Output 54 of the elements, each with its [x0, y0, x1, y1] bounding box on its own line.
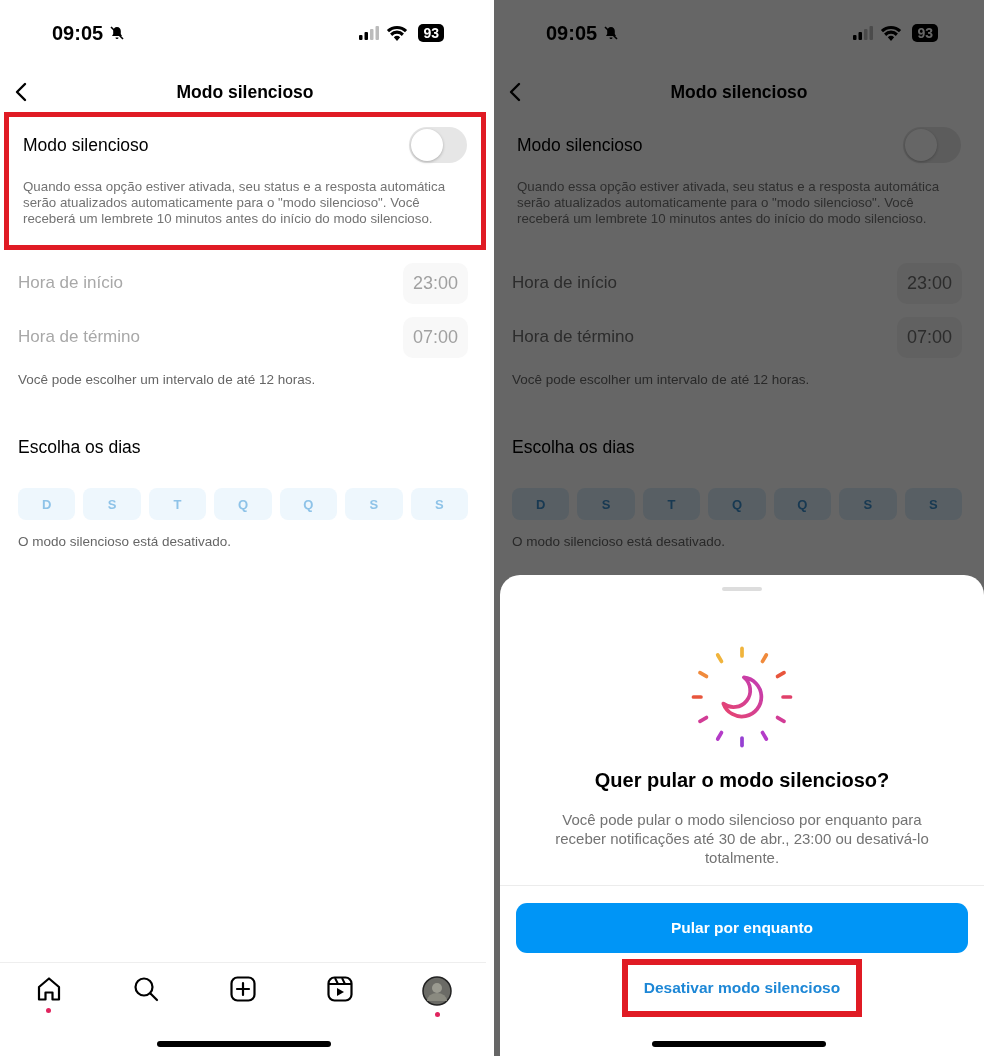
setting-label: Modo silencioso	[517, 134, 643, 156]
signal-icon	[358, 26, 381, 40]
interval-note: Você pode escolher um intervalo de até 12 horas.	[512, 372, 811, 387]
interval-note: Você pode escolher um intervalo de até 12 horas.	[18, 372, 317, 387]
signal-icon	[852, 26, 875, 40]
day-chip[interactable]: Q	[773, 488, 832, 520]
add-post-icon[interactable]	[229, 976, 256, 1002]
day-chip[interactable]: D	[512, 488, 570, 520]
time-field[interactable]: 07:00	[402, 316, 468, 358]
time-label: Hora de início	[512, 273, 617, 293]
setting-label: Modo silencioso	[23, 134, 149, 156]
day-chip[interactable]: S	[577, 488, 635, 520]
avatar[interactable]	[422, 976, 453, 1006]
sheet-title: Quer pular o modo silencioso?	[594, 769, 890, 792]
status-note: O modo silencioso está desativado.	[18, 534, 233, 549]
day-chip[interactable]: T	[148, 488, 207, 520]
skip-button[interactable]: Pular por enquanto	[516, 903, 968, 953]
status-note: O modo silencioso está desativado.	[512, 534, 727, 549]
screen-title: Modo silencioso	[176, 81, 314, 103]
time-label: Hora de término	[512, 327, 634, 347]
home-icon[interactable]	[35, 976, 62, 1002]
sheet-message: Você pode pular o modo silencioso por enquanto para receber notificações até 30 de abr., 23:00 ou desativá-lo totalmente.	[554, 810, 930, 867]
day-chip[interactable]: S	[410, 488, 468, 520]
wifi-icon	[880, 25, 903, 41]
day-chip[interactable]: Q	[214, 488, 272, 520]
muted-bell-icon	[109, 25, 126, 41]
battery-level: 93	[912, 24, 938, 42]
clock-time: 09:05	[52, 21, 104, 45]
muted-bell-icon	[603, 25, 620, 41]
back-icon[interactable]	[15, 82, 27, 102]
clock-time: 09:05	[546, 21, 598, 45]
day-chip[interactable]: S	[839, 488, 897, 520]
toggle-switch[interactable]	[903, 127, 961, 163]
day-chip[interactable]: Q	[708, 488, 766, 520]
wifi-icon	[386, 25, 409, 41]
sheet-handle[interactable]	[722, 587, 762, 591]
disable-button[interactable]: Desativar modo silencioso	[621, 959, 863, 1017]
days-heading: Escolha os dias	[512, 437, 636, 458]
day-chip[interactable]: S	[83, 488, 141, 520]
time-field[interactable]: 23:00	[402, 262, 468, 304]
video-play-icon[interactable]	[327, 976, 354, 1002]
time-label: Hora de início	[18, 273, 123, 293]
day-chip[interactable]: T	[642, 488, 701, 520]
day-chip[interactable]: Q	[279, 488, 338, 520]
battery-level: 93	[418, 24, 444, 42]
toggle-switch[interactable]	[409, 127, 467, 163]
setting-description: Quando essa opção estiver ativada, seu status e a resposta automática serão atualizados automaticamente para o "modo silencioso". Você receberá um lembrete 10 minutos antes do início do modo silencioso.	[23, 179, 447, 227]
day-chip[interactable]: S	[345, 488, 403, 520]
search-icon[interactable]	[132, 976, 159, 1002]
time-label: Hora de término	[18, 327, 140, 347]
day-chip[interactable]: S	[904, 488, 962, 520]
screen-title: Modo silencioso	[670, 81, 808, 103]
days-heading: Escolha os dias	[18, 437, 142, 458]
day-chip[interactable]: D	[18, 488, 76, 520]
